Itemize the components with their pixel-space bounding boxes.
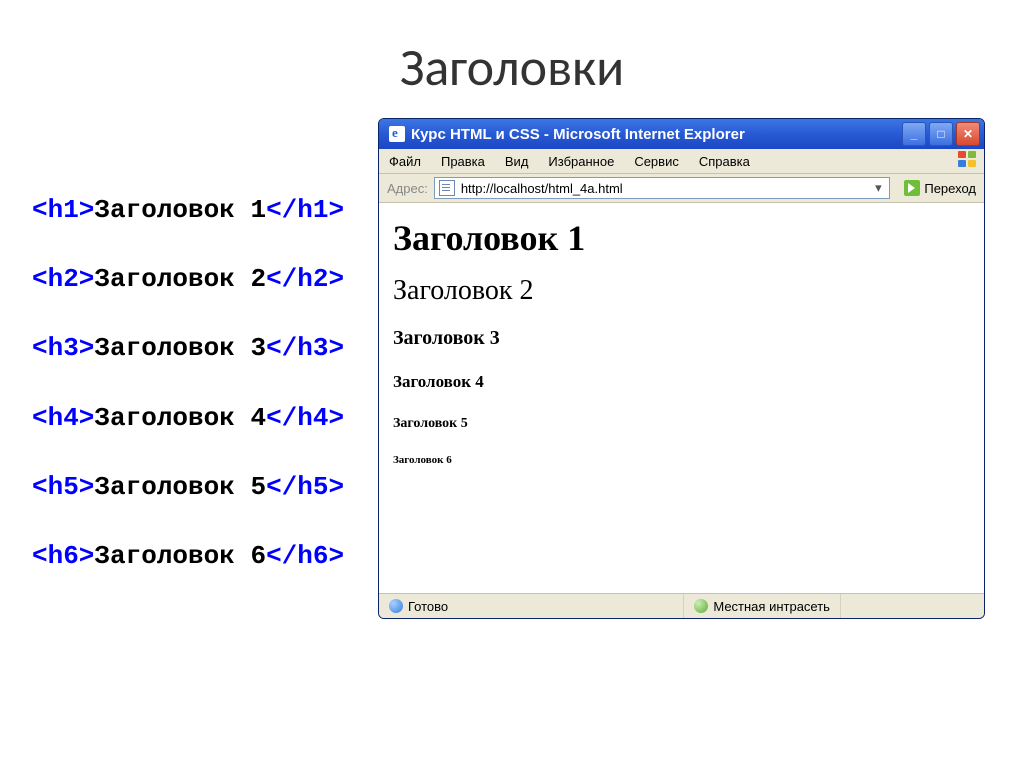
windows-logo-icon bbox=[958, 151, 980, 171]
tag-open: <h4> bbox=[32, 403, 94, 433]
menu-favorites[interactable]: Избранное bbox=[538, 154, 624, 169]
menu-help[interactable]: Справка bbox=[689, 154, 760, 169]
code-line-h3: <h3>Заголовок 3</h3> bbox=[32, 333, 344, 364]
close-button[interactable]: ✕ bbox=[956, 122, 980, 146]
address-label: Адрес: bbox=[379, 181, 434, 196]
tag-close: </h3> bbox=[266, 333, 344, 363]
status-right: Местная интрасеть bbox=[684, 594, 841, 618]
window-buttons: _ □ ✕ bbox=[902, 122, 980, 146]
intranet-icon bbox=[694, 599, 708, 613]
address-bar: Адрес: ▾ Переход bbox=[379, 174, 984, 203]
tag-open: <h2> bbox=[32, 264, 94, 294]
code-text: Заголовок 3 bbox=[94, 333, 266, 363]
tag-close: </h5> bbox=[266, 472, 344, 502]
status-left: Готово bbox=[379, 594, 684, 618]
menu-edit[interactable]: Правка bbox=[431, 154, 495, 169]
code-line-h2: <h2>Заголовок 2</h2> bbox=[32, 264, 344, 295]
browser-window: Курс HTML и CSS - Microsoft Internet Exp… bbox=[378, 118, 985, 619]
heading-4: Заголовок 4 bbox=[393, 372, 970, 392]
slide-title: Заголовки bbox=[0, 35, 1024, 99]
tag-open: <h1> bbox=[32, 195, 94, 225]
code-text: Заголовок 5 bbox=[94, 472, 266, 502]
slide: Заголовки <h1>Заголовок 1</h1> <h2>Загол… bbox=[0, 0, 1024, 767]
menu-file[interactable]: Файл bbox=[379, 154, 431, 169]
heading-5: Заголовок 5 bbox=[393, 416, 970, 432]
code-line-h6: <h6>Заголовок 6</h6> bbox=[32, 541, 344, 572]
page-content: Заголовок 1 Заголовок 2 Заголовок 3 Заго… bbox=[379, 203, 984, 593]
heading-3: Заголовок 3 bbox=[393, 327, 970, 350]
go-arrow-icon bbox=[904, 180, 920, 196]
url-dropdown-icon[interactable]: ▾ bbox=[871, 180, 885, 196]
code-text: Заголовок 2 bbox=[94, 264, 266, 294]
menu-service[interactable]: Сервис bbox=[624, 154, 689, 169]
maximize-button[interactable]: □ bbox=[929, 122, 953, 146]
titlebar[interactable]: Курс HTML и CSS - Microsoft Internet Exp… bbox=[379, 119, 984, 149]
tag-close: </h2> bbox=[266, 264, 344, 294]
code-line-h5: <h5>Заголовок 5</h5> bbox=[32, 472, 344, 503]
url-box[interactable]: ▾ bbox=[434, 177, 891, 199]
heading-6: Заголовок 6 bbox=[393, 454, 970, 466]
tag-open: <h5> bbox=[32, 472, 94, 502]
minimize-button[interactable]: _ bbox=[902, 122, 926, 146]
code-text: Заголовок 4 bbox=[94, 403, 266, 433]
heading-1: Заголовок 1 bbox=[393, 217, 970, 259]
url-input[interactable] bbox=[459, 180, 868, 197]
ie-status-icon bbox=[389, 599, 403, 613]
window-title: Курс HTML и CSS - Microsoft Internet Exp… bbox=[411, 126, 902, 143]
status-text-right: Местная интрасеть bbox=[713, 599, 830, 614]
status-bar: Готово Местная интрасеть bbox=[379, 593, 984, 618]
code-line-h4: <h4>Заголовок 4</h4> bbox=[32, 403, 344, 434]
code-text: Заголовок 6 bbox=[94, 541, 266, 571]
tag-close: </h1> bbox=[266, 195, 344, 225]
code-text: Заголовок 1 bbox=[94, 195, 266, 225]
ie-icon bbox=[389, 126, 405, 142]
menubar: Файл Правка Вид Избранное Сервис Справка bbox=[379, 149, 984, 174]
code-line-h1: <h1>Заголовок 1</h1> bbox=[32, 195, 344, 226]
tag-close: </h4> bbox=[266, 403, 344, 433]
go-label: Переход bbox=[924, 181, 976, 196]
heading-2: Заголовок 2 bbox=[393, 275, 970, 307]
go-button[interactable]: Переход bbox=[896, 177, 984, 199]
menu-view[interactable]: Вид bbox=[495, 154, 539, 169]
tag-open: <h3> bbox=[32, 333, 94, 363]
code-column: <h1>Заголовок 1</h1> <h2>Заголовок 2</h2… bbox=[32, 195, 344, 610]
page-icon bbox=[439, 180, 455, 196]
tag-close: </h6> bbox=[266, 541, 344, 571]
status-text-left: Готово bbox=[408, 599, 448, 614]
tag-open: <h6> bbox=[32, 541, 94, 571]
